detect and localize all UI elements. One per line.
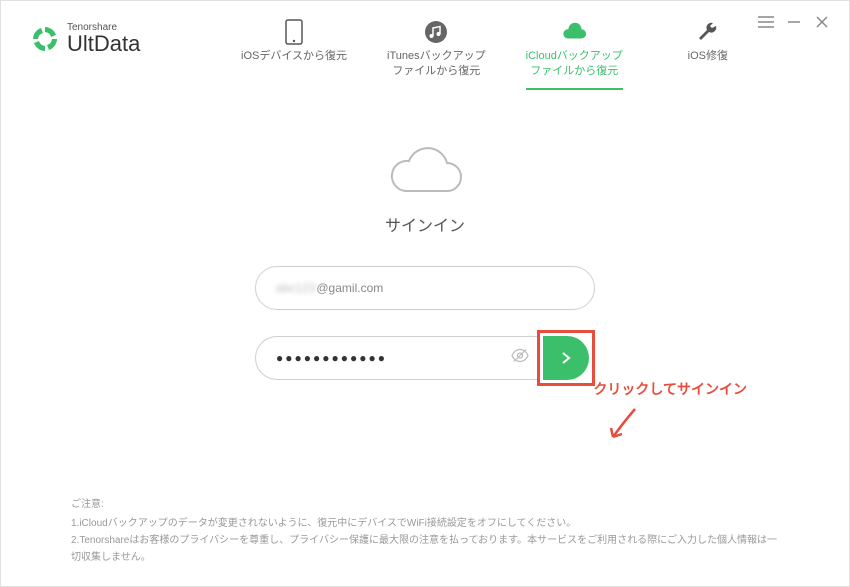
wrench-icon: [695, 19, 721, 45]
tab-ios-device-restore[interactable]: iOSデバイスから復元: [241, 19, 347, 90]
topbar: Tenorshare UltData iOSデバイスから復元: [1, 1, 849, 91]
logo-icon: [31, 25, 59, 53]
tab-label: iCloudバックアップ ファイルから復元: [526, 49, 623, 80]
callout-arrow-icon: [605, 405, 645, 445]
toggle-visibility-icon[interactable]: [511, 347, 529, 370]
tabs: iOSデバイスから復元 iTunesバックアップ ファイルから復元: [241, 19, 753, 90]
footer-line-1: 1.iCloudバックアップのデータが変更されないように、復元中にデバイスでWi…: [71, 515, 779, 532]
email-blurred-part: abc123: [276, 281, 315, 295]
tab-ios-repair[interactable]: iOS修復: [663, 19, 753, 90]
tab-label: iTunesバックアップ ファイルから復元: [387, 49, 486, 80]
chevron-right-icon: [559, 351, 573, 365]
close-icon[interactable]: [813, 15, 831, 33]
footer-line-2: 2.Tenorshareはお客様のプライバシーを尊重し、プライバシー保護に最大限…: [71, 532, 779, 566]
logo-product: UltData: [67, 33, 140, 55]
menu-icon[interactable]: [757, 15, 775, 33]
app-window: Tenorshare UltData iOSデバイスから復元: [0, 0, 850, 587]
signin-button[interactable]: [543, 336, 589, 380]
tab-label: iOSデバイスから復元: [241, 49, 347, 64]
email-input[interactable]: abc123 @gamil.com: [255, 266, 595, 310]
cloud-icon: [561, 19, 587, 45]
email-domain-part: @gamil.com: [316, 281, 383, 295]
email-field[interactable]: abc123 @gamil.com: [255, 266, 595, 310]
tab-itunes-restore[interactable]: iTunesバックアップ ファイルから復元: [387, 19, 486, 90]
password-input[interactable]: [255, 336, 539, 380]
tab-icloud-restore[interactable]: iCloudバックアップ ファイルから復元: [526, 19, 623, 90]
signin-title: サインイン: [1, 212, 849, 236]
window-controls: [757, 15, 831, 33]
main-content: サインイン abc123 @gamil.com: [1, 91, 849, 386]
logo: Tenorshare UltData: [31, 23, 140, 55]
device-icon: [281, 19, 307, 45]
password-field-wrap: [255, 336, 539, 380]
password-row: [255, 330, 595, 386]
tab-label: iOS修復: [688, 49, 728, 64]
callout-text: クリックしてサインイン: [593, 379, 747, 399]
cloud-large-icon: [385, 141, 465, 196]
submit-highlight: [537, 330, 595, 386]
footer-notes: ご注意: 1.iCloudバックアップのデータが変更されないように、復元中にデバ…: [71, 496, 779, 566]
minimize-icon[interactable]: [785, 15, 803, 33]
footer-title: ご注意:: [71, 496, 779, 513]
logo-text: Tenorshare UltData: [67, 23, 140, 55]
music-icon: [423, 19, 449, 45]
signin-form: abc123 @gamil.com: [255, 266, 595, 386]
